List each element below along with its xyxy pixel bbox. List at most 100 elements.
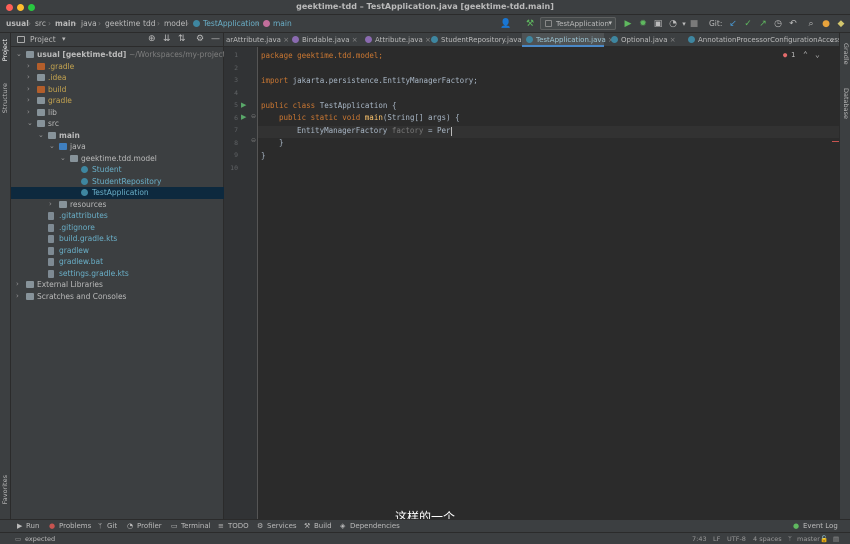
tree-item[interactable]: › Scratches and Consoles [11, 291, 224, 303]
previous-highlight-icon[interactable]: ⌃ [803, 50, 808, 59]
stop-icon[interactable]: ■ [688, 18, 700, 30]
run-main-icon[interactable]: ▶ [241, 113, 246, 121]
breadcrumb-geektime[interactable]: geektime [105, 19, 140, 28]
project-view-label[interactable]: Project [30, 35, 56, 44]
user-icon[interactable]: 👤 [500, 18, 512, 30]
chevron-right-icon[interactable]: › [27, 108, 30, 116]
dependencies-tool-tab[interactable]: Dependencies [350, 522, 400, 530]
editor-tab[interactable]: AnnotationProcessorConfigurationAccessor [684, 33, 849, 47]
git-tool-tab[interactable]: Git [107, 522, 117, 530]
collapse-all-icon[interactable]: ⇊ [163, 34, 171, 44]
chevron-right-icon[interactable]: › [16, 280, 19, 288]
profiler-tool-tab[interactable]: Profiler [137, 522, 162, 530]
project-tool-tab[interactable]: Project [1, 39, 9, 61]
tree-item[interactable]: ⌄ java [11, 141, 224, 153]
tree-item[interactable]: .gitignore [11, 222, 224, 234]
tree-item[interactable]: ⌄ geektime.tdd.model [11, 153, 224, 165]
services-tool-tab[interactable]: Services [267, 522, 297, 530]
close-icon[interactable]: × [668, 36, 676, 44]
breadcrumb-method[interactable]: main [273, 19, 292, 28]
event-log-tab[interactable]: Event Log [803, 522, 838, 530]
editor-tab[interactable]: Optional.java × [607, 33, 681, 47]
expand-all-icon[interactable]: ⇅ [178, 34, 186, 44]
tree-item[interactable]: › External Libraries [11, 279, 224, 291]
chevron-right-icon[interactable]: › [27, 96, 30, 104]
terminal-tool-tab[interactable]: Terminal [181, 522, 211, 530]
tree-item[interactable]: TestApplication [11, 187, 224, 199]
breadcrumb-java[interactable]: java [81, 19, 97, 28]
indent-setting[interactable]: 4 spaces [753, 535, 782, 543]
tree-item[interactable]: › .idea [11, 72, 224, 84]
tree-item[interactable]: › resources [11, 199, 224, 211]
chevron-down-icon[interactable]: ⌄ [60, 154, 66, 162]
run-class-icon[interactable]: ▶ [241, 101, 246, 109]
run-tool-tab[interactable]: Run [26, 522, 39, 530]
tree-item[interactable]: ⌄ usual [geektime-tdd] ~/Workspaces/my-pro… [11, 49, 235, 61]
rollback-icon[interactable]: ↶ [787, 18, 799, 30]
file-encoding[interactable]: UTF-8 [727, 535, 746, 543]
code-editor[interactable]: package geektime.tdd.model; import jakar… [258, 47, 839, 519]
locate-icon[interactable]: ⊕ [148, 34, 156, 44]
error-stripe-marker[interactable] [832, 141, 839, 142]
search-icon[interactable]: ⌕ [805, 18, 817, 30]
tree-item[interactable]: gradlew [11, 245, 224, 257]
editor-tab[interactable]: Bindable.java × [288, 33, 358, 47]
build-hammer-icon[interactable]: ⚒ [524, 18, 536, 30]
coverage-icon[interactable]: ▣ [652, 18, 664, 30]
editor-tab[interactable]: StudentRepository.java × [427, 33, 530, 47]
chevron-right-icon[interactable]: › [49, 200, 52, 208]
debug-icon[interactable]: ✹ [637, 18, 649, 30]
fold-end-icon[interactable]: ⊖ [251, 137, 256, 144]
tree-item[interactable]: .gitattributes [11, 210, 224, 222]
tree-item[interactable]: › build [11, 84, 224, 96]
breadcrumb-src[interactable]: src [35, 19, 46, 28]
breadcrumb-project[interactable]: usual [6, 19, 29, 28]
error-icon[interactable]: ● [783, 51, 787, 59]
run-icon[interactable]: ▶ [622, 18, 634, 30]
editor-tab[interactable]: TestApplication.java × [522, 33, 614, 47]
breadcrumb-tdd[interactable]: tdd [143, 19, 155, 28]
chevron-down-icon[interactable]: ⌄ [27, 119, 33, 127]
tree-item[interactable]: gradlew.bat [11, 256, 224, 268]
chevron-right-icon[interactable]: › [16, 292, 19, 300]
tree-item[interactable]: ⌄ src [11, 118, 224, 130]
structure-tool-tab[interactable]: Structure [1, 83, 9, 113]
hide-panel-icon[interactable]: — [211, 34, 220, 44]
ide-logo-icon[interactable]: ◆ [835, 18, 847, 30]
updates-icon[interactable]: ● [820, 18, 832, 30]
problems-tool-tab[interactable]: Problems [59, 522, 91, 530]
editor-tab[interactable]: arAttribute.java × [226, 33, 289, 47]
chevron-right-icon[interactable]: › [27, 73, 30, 81]
run-config-select[interactable]: TestApplication ▾ [540, 17, 616, 30]
tabs-more-icon[interactable]: ⌄ [828, 35, 835, 44]
git-history-icon[interactable]: ◷ [772, 18, 784, 30]
git-push-icon[interactable]: ↗ [757, 18, 769, 30]
line-separator[interactable]: LF [713, 535, 720, 543]
lock-icon[interactable]: 🔓 [820, 535, 828, 543]
chevron-down-icon[interactable]: ⌄ [49, 142, 55, 150]
next-highlight-icon[interactable]: ⌄ [815, 50, 820, 59]
caret-position[interactable]: 7:43 [692, 535, 707, 543]
editor-tab[interactable]: Attribute.java × [361, 33, 431, 47]
git-branch[interactable]: master [797, 535, 820, 543]
breadcrumb-model[interactable]: model [164, 19, 187, 28]
tree-item[interactable]: settings.gradle.kts [11, 268, 224, 280]
chevron-down-icon[interactable]: ⌄ [16, 50, 22, 58]
chevron-right-icon[interactable]: › [27, 85, 30, 93]
chevron-down-icon[interactable]: ⌄ [38, 131, 44, 139]
close-icon[interactable]: × [350, 36, 358, 44]
tree-item[interactable]: › .gradle [11, 61, 224, 73]
chevron-right-icon[interactable]: › [27, 62, 30, 70]
breadcrumb-class[interactable]: TestApplication [203, 19, 260, 28]
tree-item[interactable]: StudentRepository [11, 176, 224, 188]
database-tool-tab[interactable]: Database [842, 88, 850, 119]
status-message[interactable]: expected [25, 535, 55, 543]
git-update-icon[interactable]: ↙ [727, 18, 739, 30]
favorites-tool-tab[interactable]: Favorites [1, 475, 9, 504]
tree-item[interactable]: ⌄ main [11, 130, 224, 142]
tree-item[interactable]: › lib [11, 107, 224, 119]
gear-icon[interactable]: ⚙ [196, 34, 204, 44]
chevron-down-icon[interactable]: ▾ [62, 35, 66, 43]
tree-item[interactable]: Student [11, 164, 224, 176]
gradle-tool-tab[interactable]: Gradle [842, 43, 850, 65]
